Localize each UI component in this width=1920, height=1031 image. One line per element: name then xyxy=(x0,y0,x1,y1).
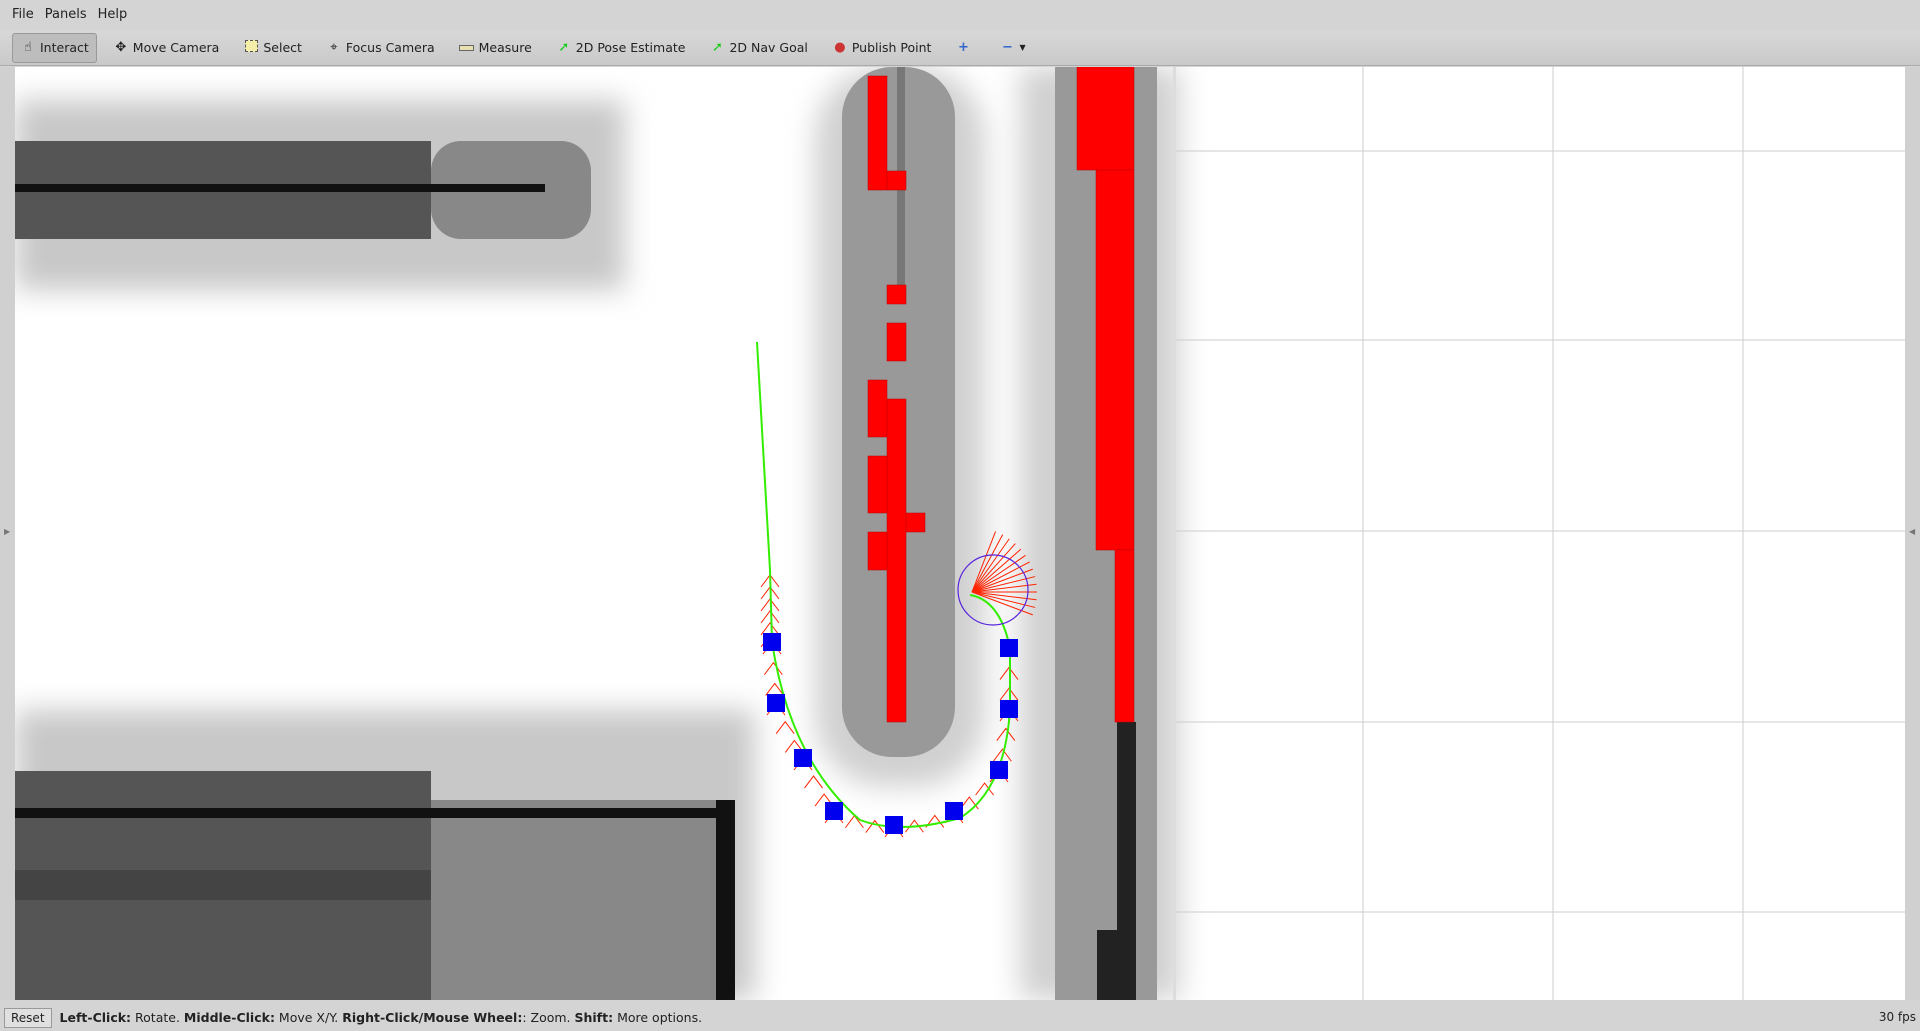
hint-key: Shift: xyxy=(574,1010,614,1025)
expand-right-icon: ◀ xyxy=(1909,527,1916,536)
hint-key: Left-Click: xyxy=(59,1010,132,1025)
costmap xyxy=(15,67,1180,1000)
tool-label: Select xyxy=(263,40,302,55)
map-render xyxy=(15,67,1905,1000)
menu-file[interactable]: File xyxy=(12,7,34,22)
hint-text: : Zoom. xyxy=(522,1010,575,1025)
fps-counter: 30 fps xyxy=(1878,1010,1916,1024)
waypoint-marker xyxy=(945,802,963,820)
waypoint-marker xyxy=(767,694,785,712)
grid xyxy=(1173,67,1905,1000)
waypoint-marker xyxy=(825,802,843,820)
map-edge xyxy=(1173,67,1176,1000)
hint-key: Middle-Click: xyxy=(183,1010,275,1025)
hint-text: Move X/Y. xyxy=(274,1010,343,1025)
green-arrow-icon: ➚ xyxy=(712,39,723,55)
tool-interact[interactable]: ☝ Interact xyxy=(12,32,97,63)
status-bar: Reset Left-Click: Rotate. Middle-Click: … xyxy=(0,1004,1920,1031)
map-pin-icon: ● xyxy=(834,39,846,55)
dropdown-icon: ▼ xyxy=(1019,43,1026,52)
waypoint-marker xyxy=(1000,700,1018,718)
tool-label: Move Camera xyxy=(132,40,220,55)
tool-focus-camera[interactable]: ⌖ Focus Camera xyxy=(318,33,443,63)
plus-icon: + xyxy=(957,39,969,55)
ruler-icon xyxy=(459,40,475,56)
menu-bar: File Panels Help xyxy=(0,0,1920,28)
tool-label: Focus Camera xyxy=(345,40,435,55)
green-arrow-icon: ➚ xyxy=(558,39,570,55)
move-icon: ✥ xyxy=(115,39,127,55)
tool-label: 2D Nav Goal xyxy=(729,40,808,55)
hand-icon: ☝ xyxy=(24,39,32,55)
tool-label: Publish Point xyxy=(851,40,932,55)
tool-publish-point[interactable]: ● Publish Point xyxy=(824,33,940,63)
hint-text: Rotate. xyxy=(131,1010,184,1025)
toolbar: ☝ Interact ✥ Move Camera Select ⌖ Focus Cam… xyxy=(0,30,1920,66)
left-panel-splitter[interactable]: ▶ xyxy=(0,67,15,1000)
remove-tool-button[interactable]: − ▼ xyxy=(991,33,1033,63)
tool-2d-nav-goal[interactable]: ➚ 2D Nav Goal xyxy=(701,33,815,63)
waypoint-marker xyxy=(990,761,1008,779)
tool-measure[interactable]: Measure xyxy=(451,33,540,63)
menu-panels[interactable]: Panels xyxy=(45,7,87,22)
3d-viewport[interactable] xyxy=(15,67,1905,1000)
hint-key: Right-Click/Mouse Wheel: xyxy=(342,1010,523,1025)
right-panel-splitter[interactable]: ◀ xyxy=(1905,67,1920,1000)
reset-button[interactable]: Reset xyxy=(4,1007,52,1028)
minus-icon: − xyxy=(1001,39,1013,55)
waypoint-marker xyxy=(794,749,812,767)
tool-select[interactable]: Select xyxy=(235,33,310,63)
add-tool-button[interactable]: + xyxy=(947,33,983,63)
waypoint-marker xyxy=(885,816,903,834)
tool-label: Measure xyxy=(478,40,532,55)
tool-2d-pose-estimate[interactable]: ➚ 2D Pose Estimate xyxy=(548,33,694,63)
menu-help[interactable]: Help xyxy=(98,7,128,22)
select-box-icon xyxy=(243,39,259,56)
tool-move-camera[interactable]: ✥ Move Camera xyxy=(105,33,228,63)
expand-left-icon: ▶ xyxy=(4,527,11,536)
tool-label: Interact xyxy=(40,40,89,55)
waypoint-marker xyxy=(763,633,781,651)
waypoint-marker xyxy=(1000,639,1018,657)
hint-text: More options. xyxy=(613,1010,703,1025)
tool-label: 2D Pose Estimate xyxy=(575,40,686,55)
crosshair-icon: ⌖ xyxy=(330,39,338,55)
